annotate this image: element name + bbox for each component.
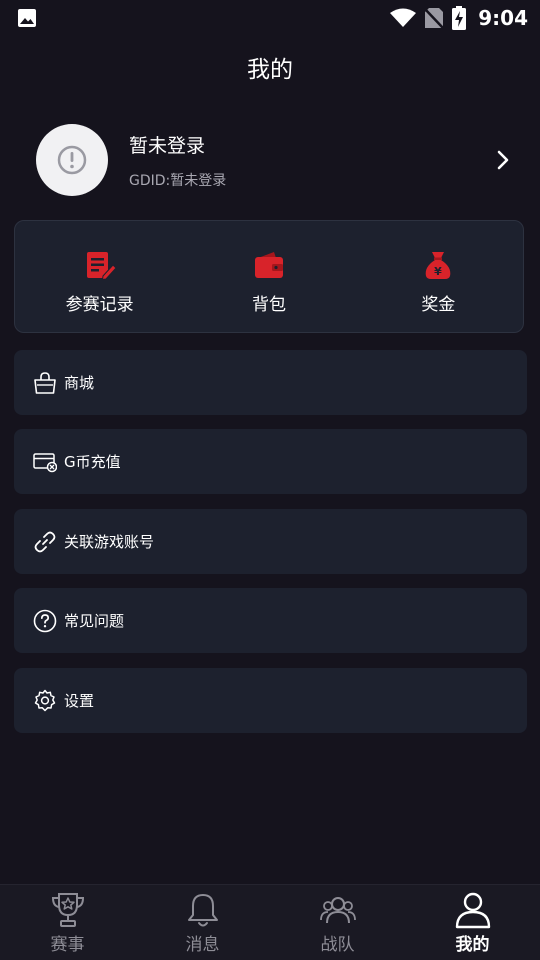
tab-label: 我的: [455, 935, 490, 955]
bell-icon: [187, 894, 218, 927]
tab-team[interactable]: 战队: [270, 885, 405, 960]
battery-charging-icon: [452, 6, 467, 30]
menu-item-faq[interactable]: 常见问题: [14, 588, 527, 653]
quick-action-match-records[interactable]: 参赛记录: [15, 221, 184, 332]
tab-label: 战队: [320, 935, 355, 955]
menu-item-settings[interactable]: 设置: [14, 668, 527, 733]
alert-circle-icon: [57, 145, 87, 175]
tab-mine[interactable]: 我的: [405, 885, 540, 960]
menu-item-label: 关联游戏账号: [64, 533, 155, 551]
profile-name: 暂未登录: [129, 135, 206, 157]
menu-item-link-game-account[interactable]: 关联游戏账号: [14, 509, 527, 574]
menu-item-label: 常见问题: [64, 612, 125, 630]
chevron-right-icon[interactable]: [496, 149, 510, 171]
quick-action-bonus[interactable]: ¥ 奖金: [354, 221, 523, 332]
tab-label: 赛事: [50, 935, 85, 955]
menu-item-gcoin-recharge[interactable]: G币充值: [14, 429, 527, 494]
quick-action-label: 奖金: [421, 295, 456, 315]
wifi-icon: [390, 8, 417, 27]
recharge-card-icon: [33, 452, 57, 472]
quick-action-label: 参赛记录: [65, 295, 134, 315]
svg-text:¥: ¥: [434, 265, 442, 278]
clipboard-edit-icon: [86, 252, 117, 281]
tab-label: 消息: [185, 935, 220, 955]
question-circle-icon: [33, 609, 57, 632]
shopping-bag-icon: [34, 371, 56, 394]
tab-events[interactable]: 赛事: [0, 885, 135, 960]
tab-messages[interactable]: 消息: [135, 885, 270, 960]
avatar[interactable]: [36, 124, 108, 196]
menu-item-label: 商城: [64, 374, 95, 392]
profile-header[interactable]: 暂未登录 GDID:暂未登录: [0, 118, 540, 203]
menu-item-mall[interactable]: 商城: [14, 350, 527, 415]
money-bag-icon: ¥: [426, 252, 451, 279]
bottom-tab-bar: 赛事 消息 战队 我的: [0, 884, 540, 960]
no-signal-icon: [424, 8, 445, 29]
quick-action-label: 背包: [251, 295, 286, 315]
menu-item-label: 设置: [64, 692, 95, 710]
quick-action-backpack[interactable]: 背包: [184, 221, 353, 332]
profile-id: GDID:暂未登录: [129, 173, 227, 189]
team-icon: [319, 897, 356, 924]
menu-item-label: G币充值: [64, 453, 121, 471]
gear-icon: [34, 689, 56, 711]
status-bar: 9:04: [0, 0, 540, 36]
quick-actions-card: 参赛记录 背包 ¥ 奖金: [14, 220, 524, 333]
wallet-icon: [254, 252, 283, 278]
page-title: 我的: [247, 57, 293, 83]
user-icon: [455, 892, 490, 929]
link-icon: [34, 531, 56, 552]
image-notification-icon: [18, 9, 36, 27]
status-time: 9:04: [478, 6, 528, 30]
trophy-icon: [51, 893, 84, 927]
